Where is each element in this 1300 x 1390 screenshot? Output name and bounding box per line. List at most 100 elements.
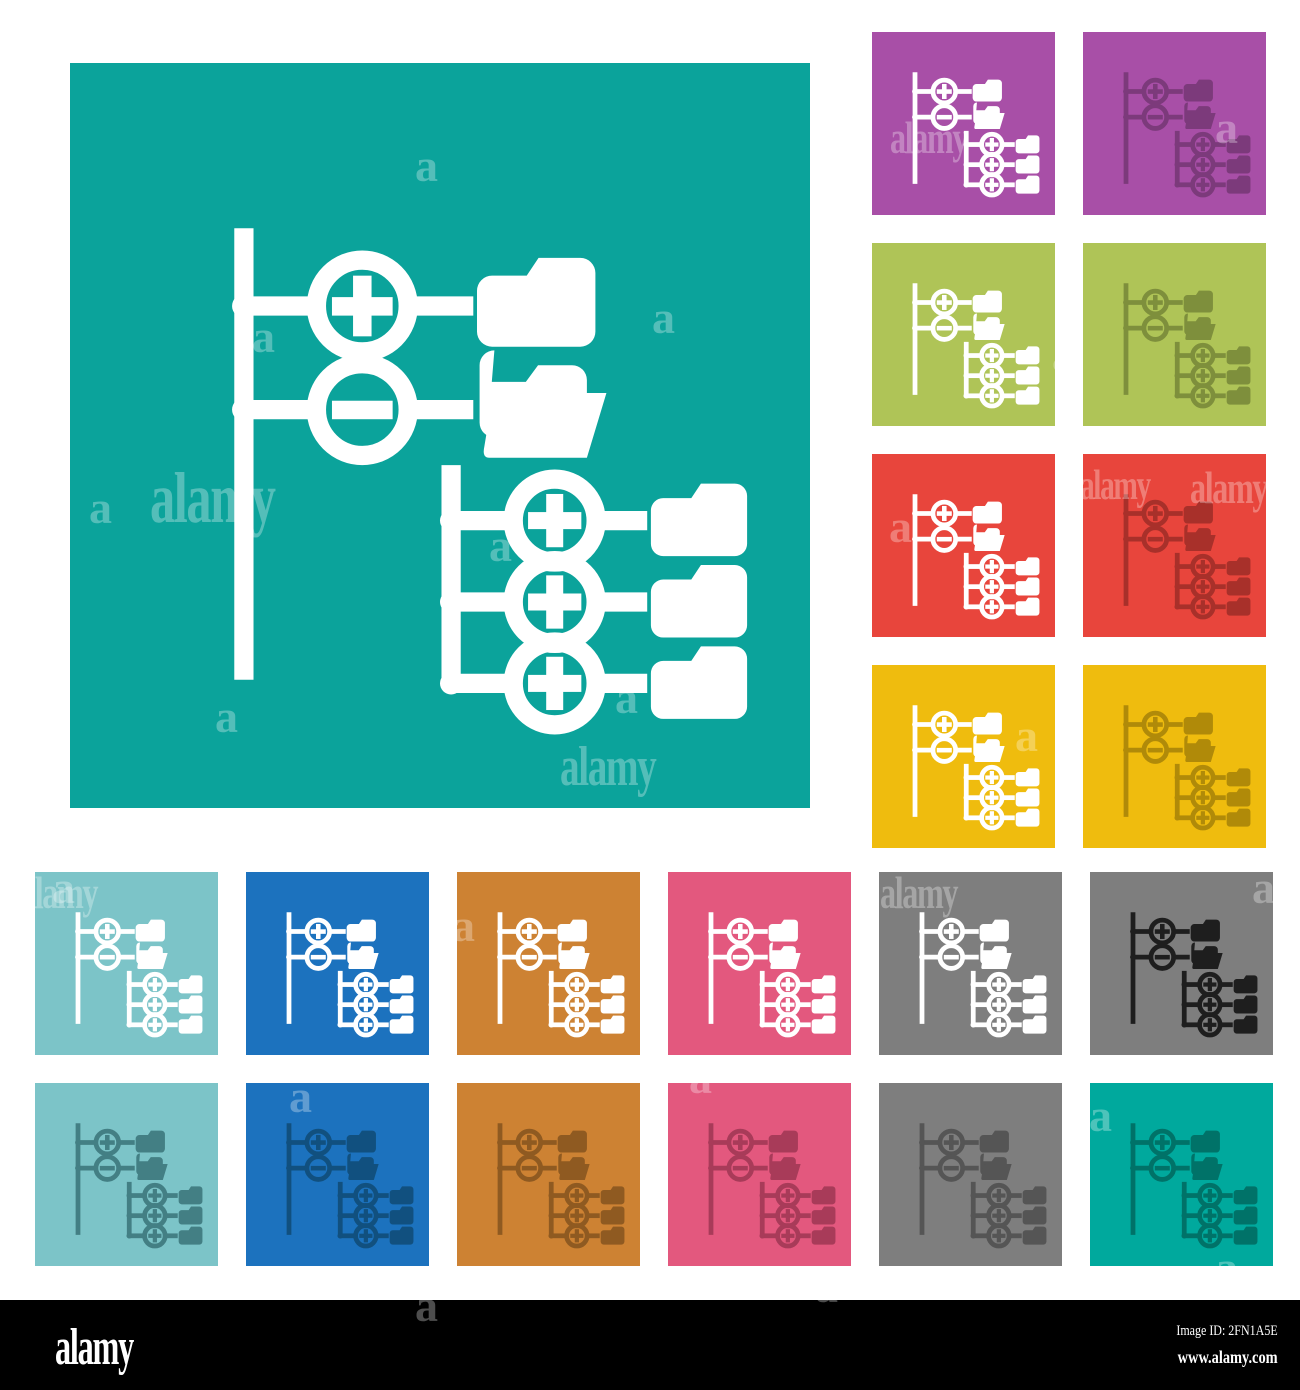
node-dot-2 (1123, 747, 1129, 754)
folder-tree-icon (708, 1123, 836, 1249)
plus-v (989, 178, 994, 192)
tile-amber-light[interactable] (872, 665, 1055, 848)
plus-v (989, 600, 994, 614)
node-dot-5 (970, 1233, 976, 1239)
minus-h-1 (331, 400, 393, 420)
node-dot-2 (497, 954, 503, 961)
plus-v (1200, 348, 1205, 363)
tile-gray-light[interactable] (879, 872, 1062, 1055)
folder-open-1-front (770, 952, 801, 969)
folder-closed-3 (600, 1206, 625, 1225)
folder-closed-1 (979, 919, 1009, 942)
node-dot-5 (759, 1022, 765, 1028)
folder-closed-2 (1015, 557, 1040, 576)
node-dot-2 (75, 954, 81, 961)
folder-closed-4 (1022, 1015, 1047, 1034)
node-dot-3 (963, 774, 969, 781)
node-dot-4 (1174, 794, 1180, 801)
node-dot-5 (1181, 1233, 1187, 1239)
node-dot-3 (337, 1192, 343, 1199)
folder-closed-1 (768, 1130, 798, 1153)
node-dot-2 (912, 536, 918, 543)
tile-teal-dark[interactable] (1090, 1083, 1273, 1266)
tile-pink-dark[interactable] (668, 1083, 851, 1266)
plus-v-1 (737, 1134, 743, 1150)
plus-v (1207, 1188, 1212, 1203)
node-dot-5 (337, 1022, 343, 1028)
folder-tree-icon (912, 72, 1040, 198)
node-dot-1 (919, 928, 925, 935)
tile-pink-light[interactable] (668, 872, 851, 1055)
folder-closed-1 (557, 919, 587, 942)
tile-gray-dark[interactable] (879, 1083, 1062, 1266)
hero-tile[interactable] (70, 63, 810, 808)
plus-v-1 (526, 1134, 532, 1150)
tile-gray-black[interactable] (1090, 872, 1273, 1055)
folder-tree-icon (497, 1123, 625, 1249)
plus-v (546, 493, 564, 548)
minus-h-1 (936, 114, 952, 120)
tile-olive-light[interactable] (872, 243, 1055, 426)
tile-amber-dark[interactable] (1083, 665, 1266, 848)
folder-closed-4 (178, 1226, 203, 1245)
node-dot-1 (1123, 299, 1129, 306)
node-dot-3 (1174, 352, 1180, 359)
folder-closed-3 (1015, 366, 1040, 385)
minus-h-1 (521, 1165, 537, 1171)
tile-purple-dark[interactable] (1083, 32, 1266, 215)
plus-v (152, 1018, 157, 1032)
alamy-url: www.alamy.com (1178, 1347, 1278, 1367)
minus-h-1 (1154, 954, 1170, 960)
node-dot-4 (1181, 1001, 1187, 1008)
plus-v-1 (941, 716, 947, 732)
folder-closed-2 (178, 1186, 203, 1205)
plus-v (546, 575, 564, 629)
folder-closed-3 (1226, 788, 1251, 807)
folder-closed-2 (1233, 975, 1258, 994)
folder-open-1-front (1185, 112, 1216, 129)
folder-closed-2 (1015, 135, 1040, 154)
plus-v (996, 1229, 1001, 1243)
node-dot-3 (1174, 774, 1180, 781)
plus-v-1 (948, 923, 954, 939)
alamy-footer-bar: alamy Image ID: 2FN1A5E www.alamy.com (0, 1300, 1300, 1390)
tile-lightteal-dark[interactable] (35, 1083, 218, 1266)
tile-orange-light[interactable] (457, 872, 640, 1055)
node-dot-2 (912, 747, 918, 754)
tile-lightteal-light[interactable] (35, 872, 218, 1055)
tile-purple-light[interactable] (872, 32, 1055, 215)
plus-v (1200, 791, 1205, 805)
plus-v (1200, 811, 1205, 825)
plus-v (152, 1209, 157, 1223)
plus-v (363, 1209, 368, 1223)
folder-closed-1 (477, 257, 596, 347)
folder-closed-4 (1233, 1015, 1258, 1034)
folder-closed-1 (972, 79, 1002, 102)
folder-closed-3 (178, 1206, 203, 1225)
folder-closed-4 (389, 1226, 414, 1245)
minus-h-1 (99, 954, 115, 960)
minus-h-1 (732, 954, 748, 960)
tile-blue-light[interactable] (246, 872, 429, 1055)
plus-v-1 (1159, 923, 1165, 939)
plus-v (996, 1209, 1001, 1223)
folder-closed-4 (1226, 175, 1251, 194)
node-dot-4 (963, 161, 969, 168)
node-dot-2 (912, 114, 918, 121)
tile-orange-dark[interactable] (457, 1083, 640, 1266)
folder-closed-3 (1015, 788, 1040, 807)
node-dot-4 (548, 1001, 554, 1008)
tile-red-light[interactable] (872, 454, 1055, 637)
tile-olive-dark[interactable] (1083, 243, 1266, 426)
folder-closed-1 (972, 712, 1002, 735)
folder-tree-icon (286, 912, 414, 1038)
tile-red-dark[interactable] (1083, 454, 1266, 637)
node-dot-2 (497, 1165, 503, 1172)
folder-closed-1 (1183, 712, 1213, 735)
node-dot-1 (912, 721, 918, 728)
plus-v (546, 656, 564, 711)
plus-v-1 (941, 294, 947, 310)
folder-closed-4 (600, 1226, 625, 1245)
tile-blue-dark[interactable] (246, 1083, 429, 1266)
node-dot-5 (1174, 393, 1180, 399)
